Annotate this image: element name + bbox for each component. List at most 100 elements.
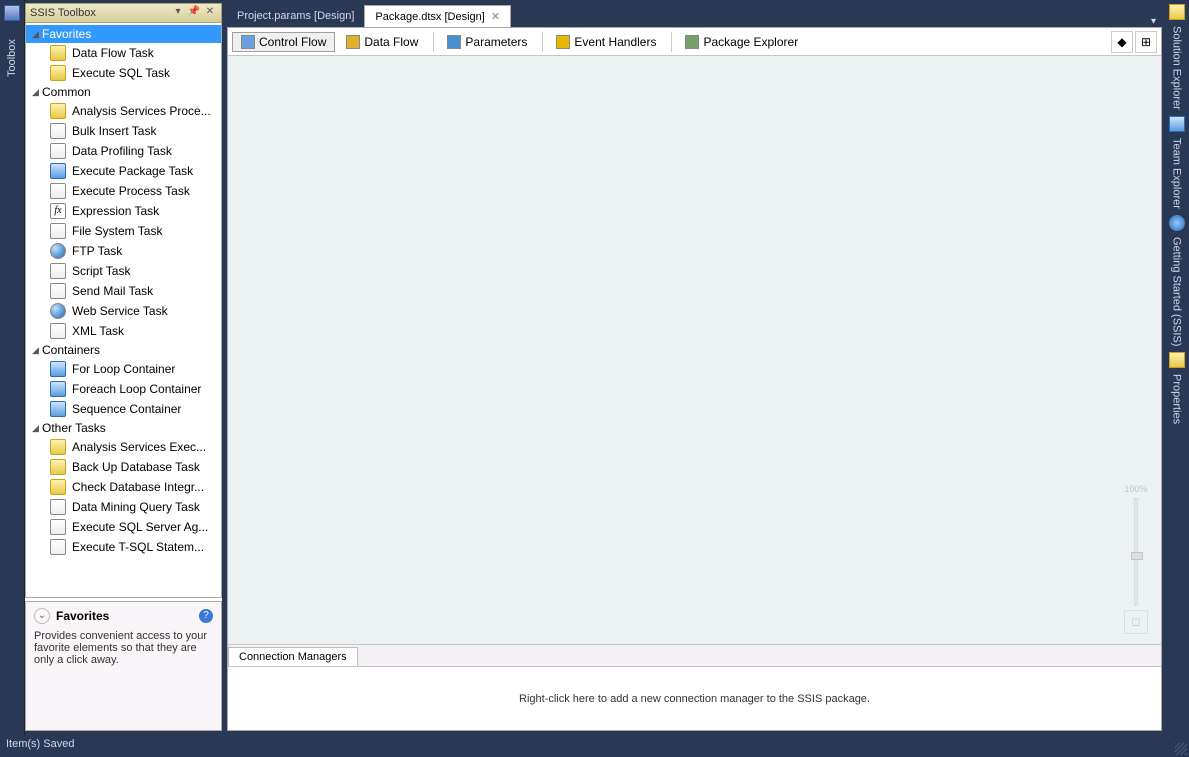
tab-icon (447, 35, 461, 49)
yellow-icon (50, 103, 66, 119)
tab-solution-explorer[interactable]: Solution Explorer (1171, 24, 1183, 112)
tool-item-label: Execute Process Task (72, 184, 190, 198)
tool-item-label: Script Task (72, 264, 130, 278)
group-common[interactable]: ◢Common (26, 83, 221, 101)
parameterize-button[interactable]: ◆ (1111, 31, 1133, 53)
team-explorer-icon[interactable] (1169, 116, 1185, 132)
tab-label: Package.dtsx [Design] (375, 11, 484, 23)
tool-item[interactable]: Execute T-SQL Statem... (26, 537, 221, 557)
tab-getting-started[interactable]: Getting Started (SSIS) (1171, 235, 1183, 348)
solution-explorer-icon[interactable] (1169, 4, 1185, 20)
tool-item-label: Execute T-SQL Statem... (72, 540, 204, 554)
group-other-tasks[interactable]: ◢Other Tasks (26, 419, 221, 437)
tab-icon (685, 35, 699, 49)
tab-label: Event Handlers (574, 35, 656, 49)
tool-item[interactable]: Foreach Loop Container (26, 379, 221, 399)
toolbox-icon[interactable] (4, 5, 20, 21)
desc-text: Provides convenient access to your favor… (34, 630, 213, 666)
tab-team-explorer[interactable]: Team Explorer (1171, 136, 1183, 211)
toolbox-title: SSIS Toolbox (30, 7, 169, 19)
tool-item[interactable]: XML Task (26, 321, 221, 341)
help-icon[interactable]: ? (199, 609, 213, 623)
status-bar: Item(s) Saved (0, 735, 1189, 757)
resize-grip-icon[interactable] (1175, 743, 1187, 755)
document-tab[interactable]: Package.dtsx [Design] ✕ (364, 5, 511, 27)
main-editor-area: Project.params [Design]Package.dtsx [Des… (227, 3, 1162, 731)
group-label: Favorites (42, 27, 91, 41)
pin-icon[interactable]: 📌 (187, 6, 201, 20)
design-tab-event-handlers[interactable]: Event Handlers (547, 32, 665, 52)
tab-label: Parameters (465, 35, 527, 49)
ssis-toolbox-panel: SSIS Toolbox ▾ 📌 ✕ ◢FavoritesData Flow T… (25, 3, 222, 731)
doc-icon (50, 223, 66, 239)
getting-started-icon[interactable] (1169, 215, 1185, 231)
zoom-slider[interactable] (1134, 498, 1138, 606)
tool-item[interactable]: Data Mining Query Task (26, 497, 221, 517)
tool-item[interactable]: File System Task (26, 221, 221, 241)
fit-to-window-button[interactable]: ◻ (1124, 610, 1148, 634)
doc-icon (50, 283, 66, 299)
control-flow-canvas[interactable]: 100% ◻ (228, 56, 1161, 645)
tool-item[interactable]: Data Profiling Task (26, 141, 221, 161)
separator (671, 32, 672, 52)
right-side-tabs: Solution Explorer Team Explorer Getting … (1164, 0, 1189, 735)
connection-managers-tab[interactable]: Connection Managers (228, 647, 358, 666)
doc-icon (50, 123, 66, 139)
expand-arrow-icon: ◢ (32, 87, 42, 98)
expand-arrow-icon: ◢ (32, 423, 42, 434)
properties-icon[interactable] (1169, 352, 1185, 368)
design-tab-package-explorer[interactable]: Package Explorer (676, 32, 807, 52)
tool-item[interactable]: Analysis Services Proce... (26, 101, 221, 121)
designer: Control FlowData Flow Parameters Event Han… (227, 27, 1162, 731)
group-label: Other Tasks (42, 421, 106, 435)
tab-icon (346, 35, 360, 49)
tool-item[interactable]: Execute Process Task (26, 181, 221, 201)
tool-item[interactable]: For Loop Container (26, 359, 221, 379)
tool-item-label: Execute SQL Server Ag... (72, 520, 208, 534)
close-icon[interactable]: ✕ (203, 6, 217, 20)
chevron-down-icon[interactable]: ⌄ (34, 608, 50, 624)
tool-item[interactable]: Script Task (26, 261, 221, 281)
variables-button[interactable]: ⊞ (1135, 31, 1157, 53)
tool-item-label: File System Task (72, 224, 162, 238)
tool-item[interactable]: Execute SQL Server Ag... (26, 517, 221, 537)
tool-item[interactable]: Sequence Container (26, 399, 221, 419)
tool-item-label: Execute Package Task (72, 164, 193, 178)
tool-item[interactable]: Back Up Database Task (26, 457, 221, 477)
tool-item[interactable]: Execute SQL Task (26, 63, 221, 83)
zoom-thumb[interactable] (1131, 552, 1143, 560)
globe-icon (50, 303, 66, 319)
dropdown-icon[interactable]: ▾ (171, 6, 185, 20)
toolbox-tab[interactable]: Toolbox (6, 27, 18, 77)
document-tabs: Project.params [Design]Package.dtsx [Des… (227, 3, 1162, 27)
connection-managers-body[interactable]: Right-click here to add a new connection… (228, 667, 1161, 730)
tool-item[interactable]: Bulk Insert Task (26, 121, 221, 141)
yellow-icon (50, 65, 66, 81)
tool-item-label: Web Service Task (72, 304, 168, 318)
connection-managers-pane: Connection Managers Right-click here to … (228, 645, 1161, 730)
toolbox-tree[interactable]: ◢FavoritesData Flow TaskExecute SQL Task… (25, 23, 222, 598)
tool-item[interactable]: Web Service Task (26, 301, 221, 321)
group-containers[interactable]: ◢Containers (26, 341, 221, 359)
expand-arrow-icon: ◢ (32, 345, 42, 356)
design-tab-data-flow[interactable]: Data Flow (337, 32, 427, 52)
doc-icon (50, 143, 66, 159)
close-icon[interactable]: ✕ (491, 10, 500, 23)
tool-item[interactable]: fxExpression Task (26, 201, 221, 221)
tool-item[interactable]: Execute Package Task (26, 161, 221, 181)
group-favorites[interactable]: ◢Favorites (26, 25, 221, 43)
tool-item-label: Check Database Integr... (72, 480, 204, 494)
tool-item-label: Back Up Database Task (72, 460, 200, 474)
blue-icon (50, 401, 66, 417)
document-tab[interactable]: Project.params [Design] (227, 5, 364, 27)
tool-item[interactable]: Check Database Integr... (26, 477, 221, 497)
doc-icon (50, 539, 66, 555)
tool-item[interactable]: FTP Task (26, 241, 221, 261)
design-tab-control-flow[interactable]: Control Flow (232, 32, 335, 52)
tool-item[interactable]: Analysis Services Exec... (26, 437, 221, 457)
tab-overflow-icon[interactable]: ▾ (1145, 16, 1162, 27)
design-tab-parameters[interactable]: Parameters (438, 32, 536, 52)
tool-item[interactable]: Send Mail Task (26, 281, 221, 301)
tab-properties[interactable]: Properties (1171, 372, 1183, 426)
tool-item[interactable]: Data Flow Task (26, 43, 221, 63)
